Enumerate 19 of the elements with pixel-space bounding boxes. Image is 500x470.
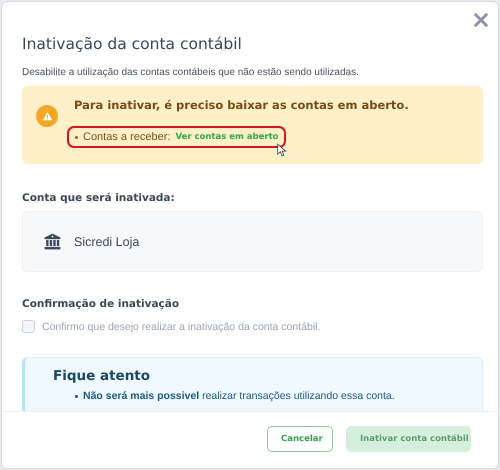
dialog-title: Inativação da conta contábil [22, 35, 243, 53]
dialog-subtitle: Desabilite a utilização das contas contábeis que não estão sendo utilizadas. [22, 67, 360, 78]
alert-title: Para inativar, é preciso baixar as contas em aberto. [74, 98, 409, 112]
warning-icon [36, 105, 58, 127]
notice-title: Fique atento [53, 368, 152, 384]
view-link[interactable]: Ver contas em aberto [175, 132, 278, 142]
notice-text: Não será mais possivel realizar transações utilizando essa conta. [83, 390, 395, 402]
bank-icon [43, 232, 62, 251]
section-label: Conta que será inativada: [22, 192, 176, 204]
bullet-icon [75, 394, 78, 398]
checkbox[interactable] [22, 320, 35, 333]
account-name: Sicredi Loja [74, 234, 140, 248]
bullet-icon [75, 136, 78, 138]
item-label: Contas a receber: [83, 131, 170, 143]
close-button[interactable] [472, 11, 490, 29]
checkbox-label: Confirmo que desejo realizar a inativação da conta contábil. [42, 320, 320, 332]
section-label: Confirmação de inativação [22, 298, 180, 310]
cancel-button[interactable]: Cancelar [267, 426, 333, 452]
close-icon [472, 11, 490, 29]
